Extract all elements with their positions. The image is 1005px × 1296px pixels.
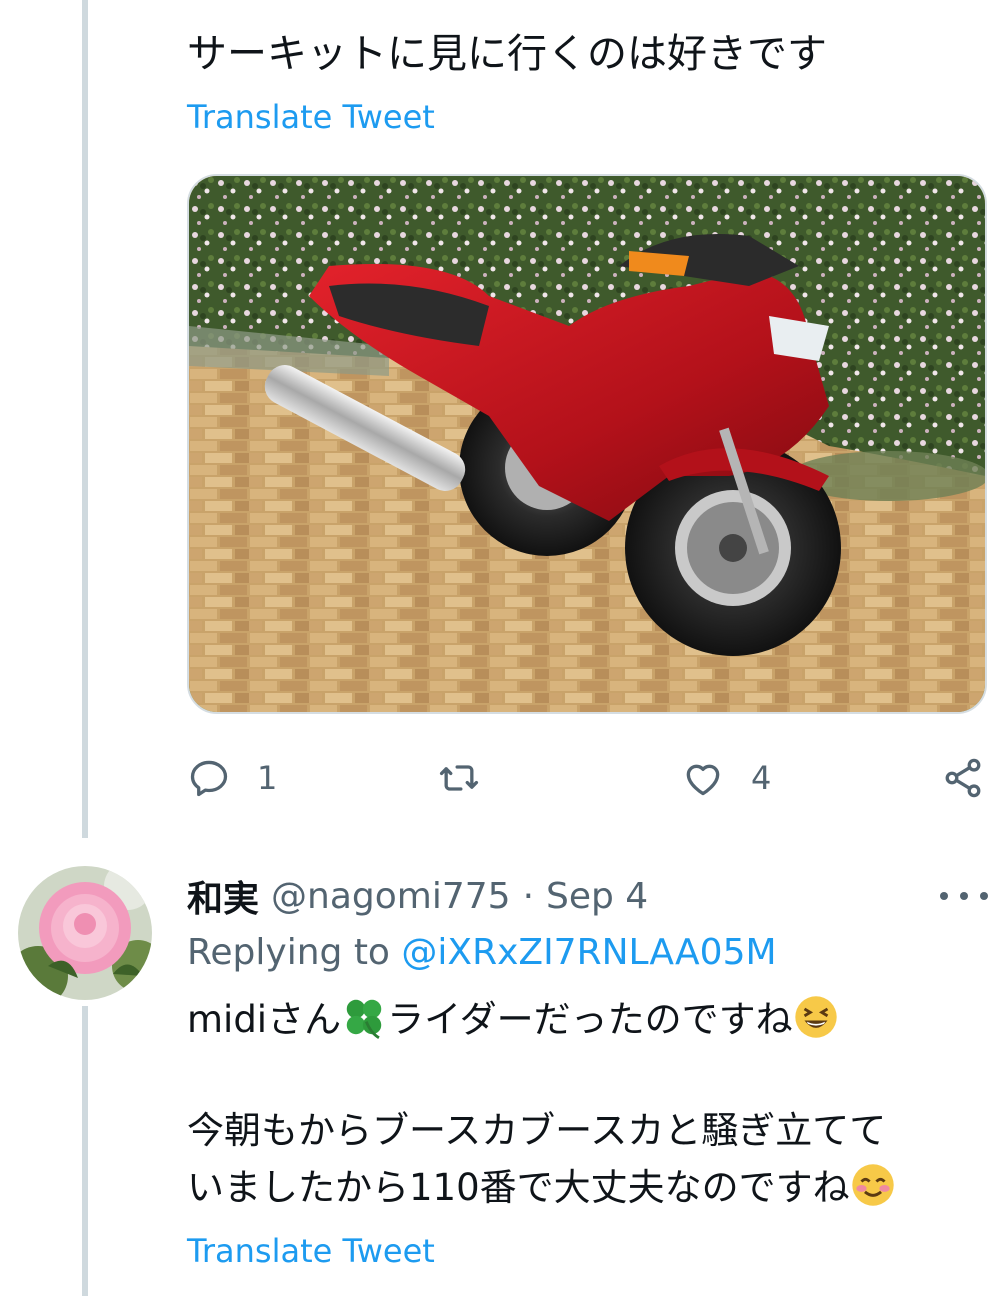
translate-tweet-link[interactable]: Translate Tweet (187, 1232, 435, 1270)
retweet-button[interactable] (437, 748, 481, 808)
replying-to-label: Replying to (187, 932, 390, 973)
reply-button[interactable]: 1 (187, 748, 277, 808)
camellia-avatar-image (18, 866, 152, 1000)
reply-header: 和実 @nagomi775 · Sep 4 (187, 868, 648, 924)
tweet-media-image[interactable] (187, 174, 987, 714)
tweet-text: サーキットに見に行くのは好きです (187, 31, 827, 77)
reply-text-part: midiさん (187, 998, 342, 1041)
reply-text-part: ライダーだったのですね (387, 998, 793, 1041)
smiling-blush-emoji (851, 1164, 894, 1206)
share-button[interactable] (941, 748, 985, 808)
more-icon (940, 892, 948, 900)
user-handle[interactable]: @nagomi775 (271, 876, 511, 917)
motorcycle-photo (189, 176, 985, 712)
thread-line (82, 1006, 88, 1296)
more-icon-dot (980, 892, 988, 900)
like-count: 4 (751, 759, 772, 797)
tweet-date[interactable]: Sep 4 (546, 876, 648, 917)
reply-text-part: いましたから110番で大丈夫なのですね (187, 1166, 850, 1209)
like-icon (686, 764, 720, 796)
laughing-emoji (794, 996, 837, 1038)
more-icon-dot (960, 892, 968, 900)
replying-to: Replying to @iXRxZI7RNLAA05M (187, 932, 777, 973)
avatar[interactable] (18, 866, 152, 1000)
tweet-action-bar: 1 4 (187, 748, 987, 808)
reply-text-line: いましたから110番で大丈夫なのですね (187, 1160, 896, 1216)
share-icon (945, 758, 981, 798)
thread-line (82, 0, 88, 838)
translate-tweet-link[interactable]: Translate Tweet (187, 98, 435, 136)
more-options-button[interactable] (940, 876, 988, 916)
reply-text-line: 今朝もからブースカブースカと騒ぎ立てて (187, 1109, 887, 1152)
reply-icon (190, 760, 228, 797)
clover-emoji (346, 999, 382, 1039)
like-button[interactable]: 4 (681, 748, 771, 808)
display-name[interactable]: 和実 (187, 870, 259, 922)
retweet-icon (439, 765, 479, 791)
mention-link[interactable]: @iXRxZI7RNLAA05M (401, 932, 776, 973)
separator-dot: · (522, 875, 535, 917)
reply-text-line: midiさん ライダーだったのですね (187, 992, 839, 1048)
reply-count: 1 (257, 759, 278, 797)
